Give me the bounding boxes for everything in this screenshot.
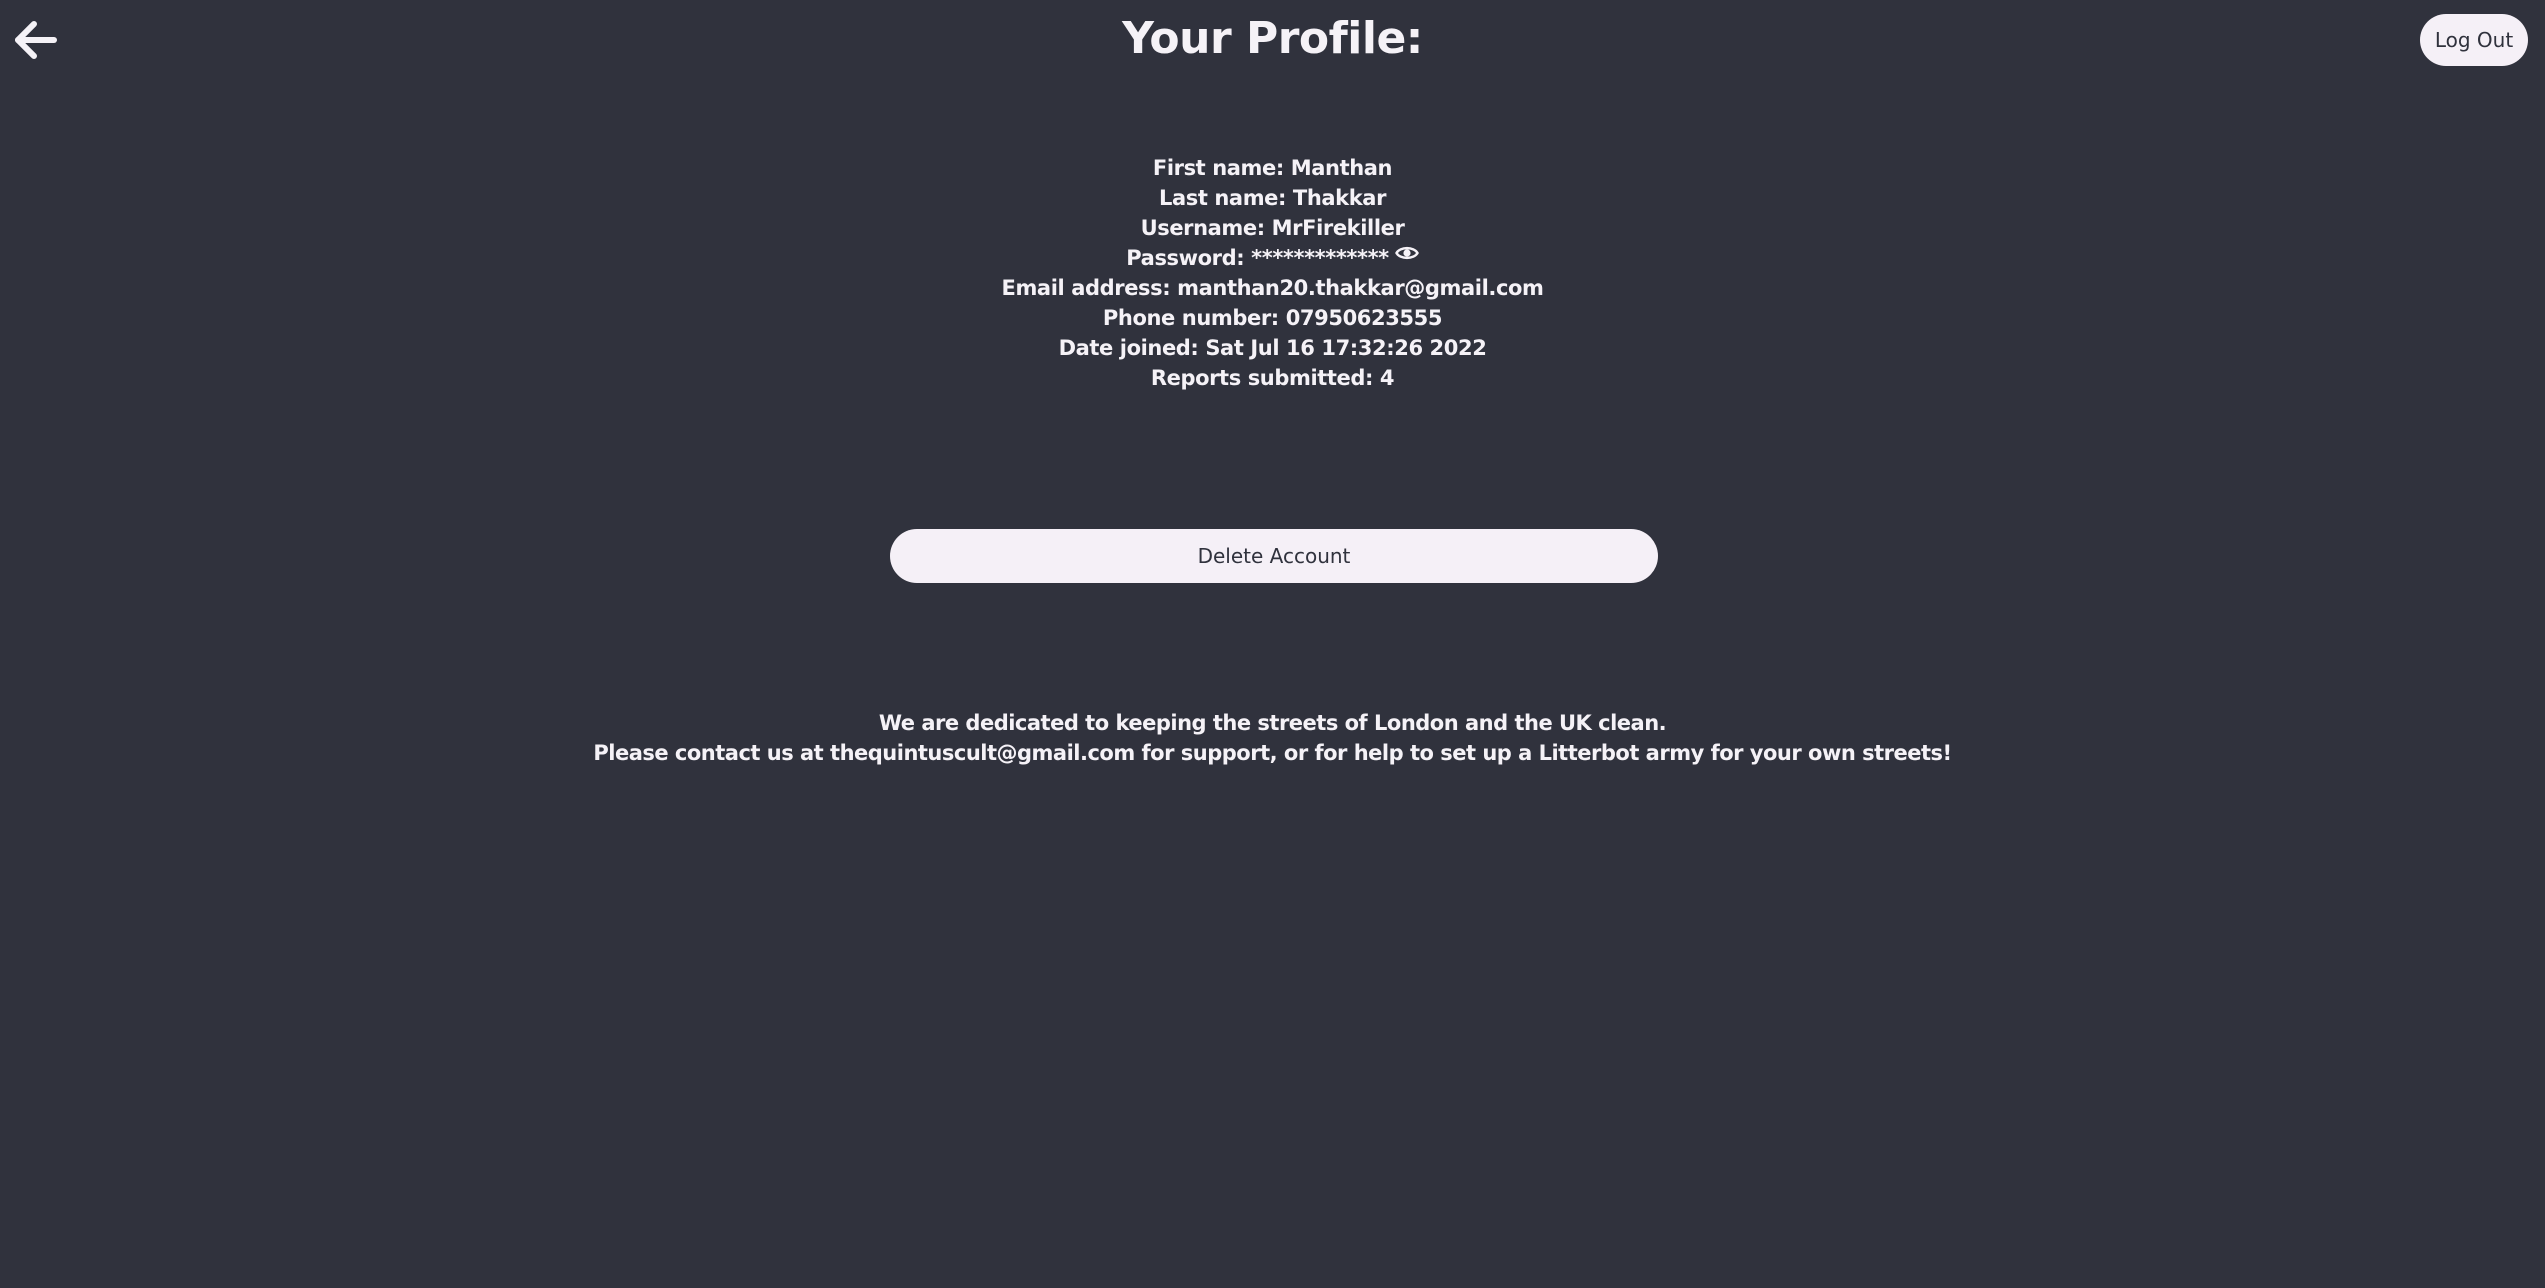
date-joined-field: Date joined: Sat Jul 16 17:32:26 2022 [1058,336,1487,360]
profile-page: Your Profile: Log Out First name: Mantha… [0,0,2545,1288]
logout-button[interactable]: Log Out [2420,14,2528,66]
password-field: Password: ************* [1126,246,1389,270]
username-field: Username: MrFirekiller [1140,216,1405,240]
password-row: Password: ************* [0,243,2545,273]
reports-submitted-field: Reports submitted: 4 [1150,366,1395,390]
phone-field: Phone number: 07950623555 [1102,306,1443,330]
last-name-field: Last name: Thakkar [1158,186,1387,210]
eye-icon[interactable] [1394,240,1419,270]
email-field: Email address: manthan20.thakkar@gmail.c… [1001,276,1544,300]
footer-mission-text: We are dedicated to keeping the streets … [878,711,1667,735]
first-name-field: First name: Manthan [1152,156,1393,180]
footer: We are dedicated to keeping the streets … [0,708,2545,768]
delete-account-button[interactable]: Delete Account [890,529,1658,583]
page-title: Your Profile: [1122,13,1423,64]
footer-contact-text: Please contact us at thequintuscult@gmai… [593,741,1952,765]
profile-details: First name: Manthan Last name: Thakkar U… [0,153,2545,393]
